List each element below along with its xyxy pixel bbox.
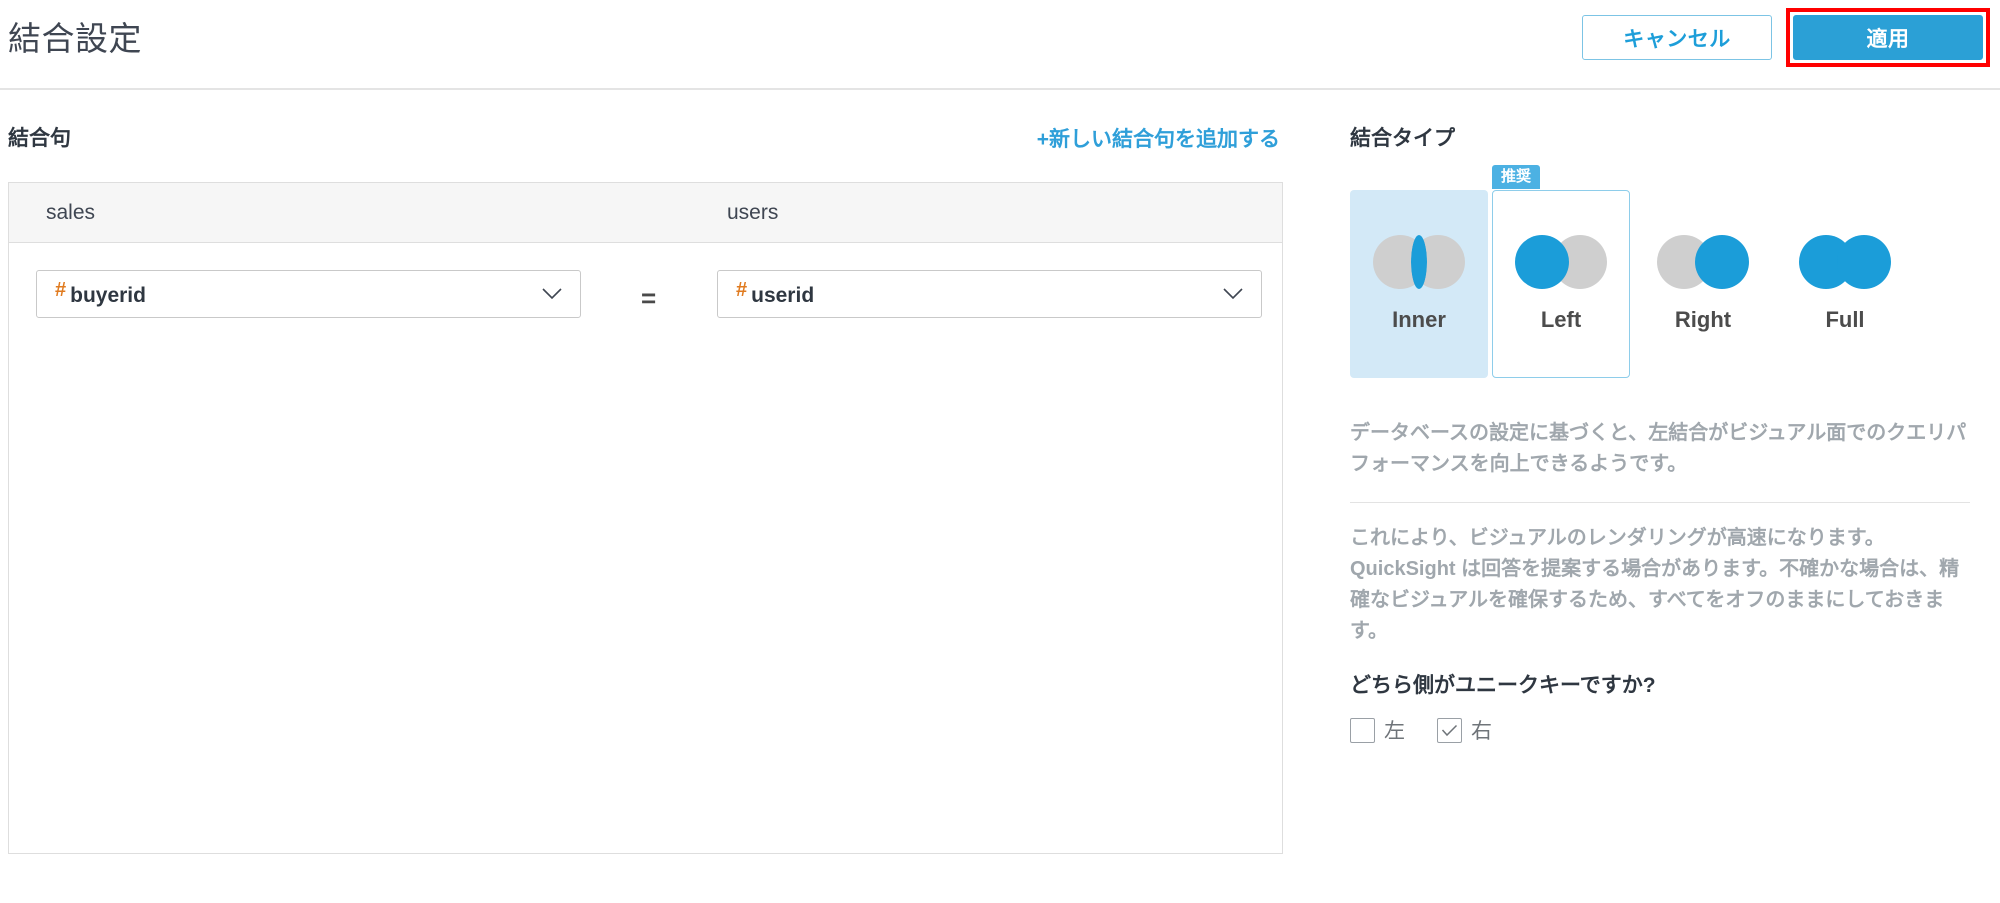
venn-full-icon (1799, 235, 1891, 289)
unique-key-checkbox-group: 左 右 (1350, 715, 1990, 745)
venn-left-icon (1515, 235, 1607, 289)
join-type-column: 結合タイプ Inner 推奨 Left Right Full データベースの設定… (1350, 90, 1990, 745)
join-type-options: Inner 推奨 Left Right Full (1350, 165, 1990, 378)
header-actions: キャンセル 適用 (1582, 8, 1990, 67)
hash-numeric-icon: # (55, 279, 67, 301)
unique-key-label-left: 左 (1384, 720, 1405, 743)
right-field-value: userid (751, 284, 815, 307)
join-clauses-label: 結合句 (8, 127, 71, 150)
cancel-button[interactable]: キャンセル (1582, 15, 1772, 60)
join-clauses-table-header: sales users (9, 183, 1282, 243)
left-field-value: buyerid (70, 284, 146, 307)
page-title: 結合設定 (8, 20, 142, 57)
left-table-name: sales (46, 201, 96, 224)
chevron-down-icon (1223, 288, 1243, 300)
join-clauses-panel: sales users # buyerid = # userid (8, 182, 1283, 854)
page-header: 結合設定 キャンセル 適用 (0, 0, 2000, 90)
join-type-option-inner[interactable]: Inner (1350, 190, 1488, 378)
unique-key-checkbox-right[interactable]: 右 (1437, 715, 1492, 745)
checkbox-unchecked-icon[interactable] (1350, 717, 1375, 743)
join-type-label-right: Right (1674, 307, 1732, 332)
join-clause-row: # buyerid = # userid (9, 243, 1282, 353)
join-type-option-full[interactable]: Full (1776, 190, 1914, 378)
join-clauses-column: 結合句 +新しい結合句を追加する sales users # buyerid =… (0, 90, 1290, 854)
recommended-badge: 推奨 (1492, 165, 1541, 189)
join-type-title: 結合タイプ (1350, 127, 1455, 150)
checkbox-checked-icon[interactable] (1437, 717, 1462, 743)
unique-key-question: どちら側がユニークキーですか? (1350, 674, 1656, 697)
join-type-option-left[interactable]: 推奨 Left (1492, 165, 1630, 378)
join-type-label-inner: Inner (1392, 307, 1446, 332)
add-join-clause-link[interactable]: +新しい結合句を追加する (1037, 123, 1280, 153)
apply-button[interactable]: 適用 (1793, 15, 1983, 60)
join-type-option-right[interactable]: Right (1634, 190, 1772, 378)
left-field-select[interactable]: # buyerid (36, 270, 581, 318)
right-field-select[interactable]: # userid (717, 270, 1262, 318)
content-area: 結合句 +新しい結合句を追加する sales users # buyerid =… (0, 90, 2000, 903)
hash-numeric-icon: # (736, 279, 748, 301)
venn-right-icon (1657, 235, 1749, 289)
equals-operator: = (641, 283, 657, 313)
join-clauses-header: 結合句 +新しい結合句を追加する (0, 90, 1290, 182)
divider (1350, 502, 1970, 503)
join-type-hint-secondary: これにより、ビジュアルのレンダリングが高速になります。QuickSight は回… (1350, 527, 1960, 642)
join-type-hint-primary: データベースの設定に基づくと、左結合がビジュアル面でのクエリパフォーマンスを向上… (1350, 422, 1967, 475)
join-type-label-full: Full (1825, 307, 1865, 332)
unique-key-label-right: 右 (1471, 720, 1492, 743)
apply-button-highlight-annotation: 適用 (1786, 8, 1990, 67)
join-type-label-left: Left (1540, 307, 1582, 332)
venn-inner-icon (1373, 235, 1465, 289)
chevron-down-icon (542, 288, 562, 300)
unique-key-checkbox-left[interactable]: 左 (1350, 715, 1405, 745)
right-table-name: users (727, 201, 779, 224)
